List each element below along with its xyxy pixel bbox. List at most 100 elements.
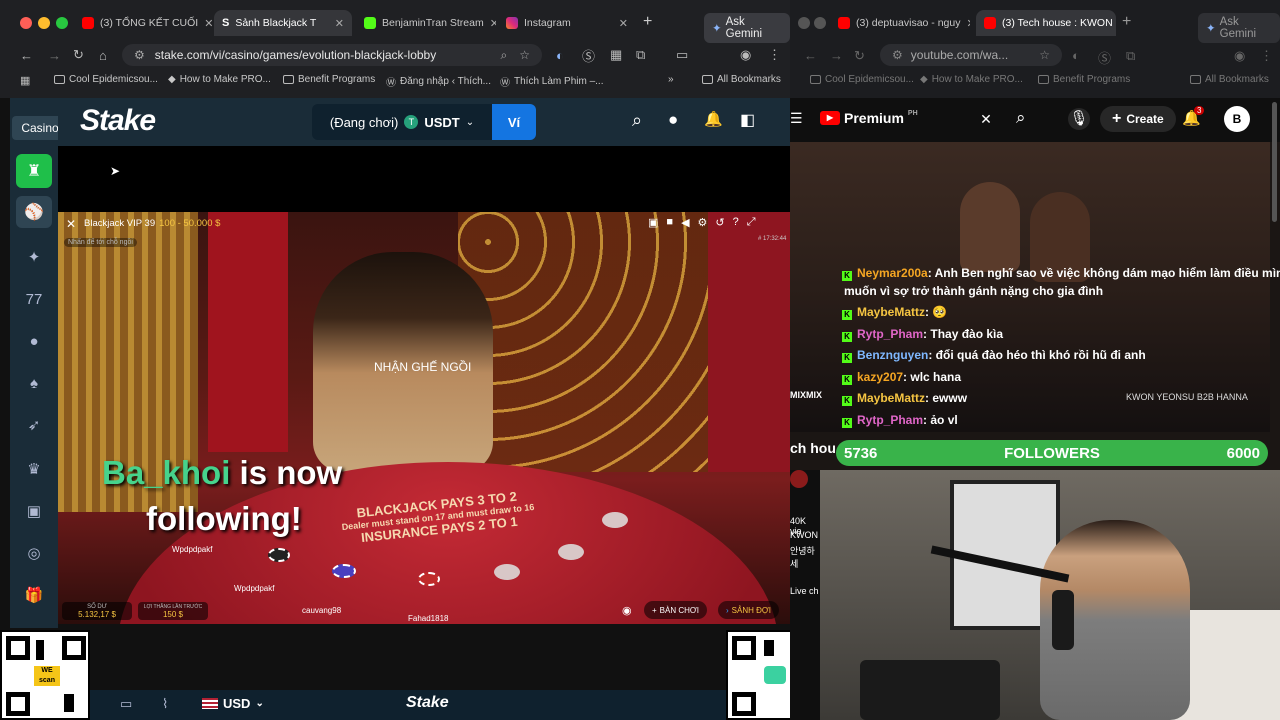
- crown-icon[interactable]: ♛: [24, 460, 44, 480]
- minimize-window-button[interactable]: [38, 17, 50, 29]
- profile-icon[interactable]: ◉: [740, 47, 751, 63]
- extension-icon[interactable]: ◐: [556, 48, 564, 63]
- tab-youtube-deptuavisao[interactable]: (3) deptuavisao - nguy✕: [830, 10, 970, 36]
- home-icon[interactable]: ⌂: [99, 48, 107, 63]
- tab-instagram[interactable]: Instagram ✕: [498, 10, 636, 36]
- ask-gemini-button[interactable]: ✦ Ask Gemini: [704, 13, 790, 43]
- site-info-icon[interactable]: ⚙: [134, 48, 145, 62]
- close-window-button[interactable]: [20, 17, 32, 29]
- avatar[interactable]: B: [1224, 106, 1250, 132]
- history-icon[interactable]: ↺: [715, 216, 724, 229]
- settings-gear-icon[interactable]: ⚙: [698, 216, 708, 229]
- seven-seven-icon[interactable]: 77: [24, 290, 44, 310]
- extensions-puzzle-icon[interactable]: ⧉: [1126, 48, 1135, 64]
- tab-youtube-tech-house[interactable]: (3) Tech house : KWON✕: [976, 10, 1116, 36]
- wallet-button[interactable]: Ví: [492, 104, 536, 140]
- tab-stake-blackjack[interactable]: S Sảnh Blackjack T ✕: [214, 10, 352, 36]
- extension-icon[interactable]: Ⓢ: [1098, 48, 1111, 67]
- fire-icon[interactable]: ●: [24, 332, 44, 352]
- close-icon[interactable]: ✕: [966, 17, 970, 30]
- scrollbar[interactable]: [1272, 102, 1277, 222]
- menu-kebab-icon[interactable]: ⋮: [768, 47, 781, 63]
- cards-icon[interactable]: ♠: [24, 374, 44, 394]
- address-bar[interactable]: ⚙ youtube.com/wa... ☆: [880, 44, 1062, 66]
- help-icon[interactable]: ?: [733, 216, 739, 229]
- close-game-icon[interactable]: ✕: [66, 217, 76, 231]
- bell-icon[interactable]: 🔔: [704, 110, 723, 128]
- browse-icon[interactable]: ▭: [120, 696, 132, 712]
- bookmark-3[interactable]: Benefit Programs: [1038, 74, 1130, 85]
- fullscreen-icon[interactable]: ⤢: [747, 216, 756, 229]
- tab-search-icon[interactable]: ▭: [676, 47, 688, 63]
- site-info-icon[interactable]: ⚙: [892, 48, 903, 62]
- close-icon[interactable]: ✕: [490, 17, 496, 30]
- back-icon[interactable]: ←: [804, 48, 817, 63]
- new-tab-button[interactable]: +: [1122, 13, 1131, 31]
- address-bar[interactable]: ⚙ stake.com/vi/casino/games/evolution-bl…: [122, 44, 542, 66]
- gift-icon[interactable]: 🎁: [24, 586, 44, 606]
- chart-icon[interactable]: ⌇: [162, 696, 168, 712]
- tab-youtube-tong-ket[interactable]: (3) TỔNG KẾT CUỐI ✕: [74, 10, 212, 36]
- bookmark-5[interactable]: Ⓦ Thích Làm Phim –...: [500, 74, 603, 89]
- menu-kebab-icon[interactable]: ⋮: [1260, 48, 1273, 64]
- blackjack-video[interactable]: BLACKJACK PAYS 3 TO 2 Dealer must stand …: [58, 212, 790, 624]
- sidebar-toggle-icon[interactable]: ◧: [740, 110, 755, 130]
- extension-icon[interactable]: ▦: [610, 47, 622, 63]
- more-tables-button[interactable]: + BÀN CHƠI: [644, 601, 707, 619]
- all-bookmarks[interactable]: All Bookmarks: [702, 74, 781, 85]
- apps-grid-icon[interactable]: ▦: [20, 74, 30, 87]
- eye-icon[interactable]: ◉: [622, 604, 632, 617]
- more-bookmarks-icon[interactable]: »: [668, 74, 674, 85]
- forward-icon[interactable]: →: [830, 48, 843, 63]
- back-icon[interactable]: ←: [20, 48, 33, 63]
- sports-button[interactable]: ⚾: [16, 196, 52, 228]
- close-icon[interactable]: ✕: [204, 17, 212, 30]
- stake-logo[interactable]: Stake: [80, 104, 156, 138]
- casino-button[interactable]: ♜: [16, 154, 52, 188]
- forward-icon[interactable]: →: [48, 48, 61, 63]
- close-icon[interactable]: ✕: [619, 17, 628, 30]
- search-icon[interactable]: ⌕: [632, 110, 642, 131]
- bookmark-star-icon[interactable]: ☆: [519, 48, 530, 62]
- tab-kick-stream[interactable]: BenjaminTran Stream ✕: [356, 10, 496, 36]
- sparkle-icon[interactable]: ✦: [24, 248, 44, 268]
- close-icon[interactable]: ✕: [335, 17, 344, 30]
- maximize-window-button[interactable]: [56, 17, 68, 29]
- currency-selector[interactable]: USD ⌄: [202, 696, 264, 711]
- volume-icon[interactable]: ◀: [681, 216, 689, 229]
- bookmark-4[interactable]: Ⓦ Đăng nhập ‹ Thích...: [386, 74, 491, 89]
- lifebuoy-icon[interactable]: ◎: [24, 544, 44, 564]
- bookmark-2[interactable]: ◆ How to Make PRO...: [168, 74, 271, 85]
- clear-search-icon[interactable]: ✕: [980, 111, 992, 127]
- extension-icon[interactable]: ◐: [1072, 48, 1080, 63]
- youtube-premium-logo[interactable]: ▶ Premium PH: [820, 110, 918, 126]
- new-tab-button[interactable]: +: [643, 13, 652, 31]
- bookmark-1[interactable]: Cool Epidemicsou...: [810, 74, 914, 85]
- bookmark-1[interactable]: Cool Epidemicsou...: [54, 74, 158, 85]
- user-icon[interactable]: ●: [668, 110, 678, 130]
- reload-icon[interactable]: ↻: [73, 47, 84, 63]
- all-bookmarks[interactable]: All Bookmarks: [1190, 74, 1269, 85]
- wallet-selector[interactable]: (Đang chơi) T USDT ⌄: [312, 104, 492, 140]
- search-icon[interactable]: ⌕: [1016, 108, 1026, 128]
- rocket-icon[interactable]: ➶: [24, 416, 44, 436]
- chat-icon[interactable]: ▣: [648, 216, 658, 229]
- microphone-icon[interactable]: 🎙: [1068, 108, 1090, 130]
- extensions-puzzle-icon[interactable]: ⧉: [636, 47, 645, 63]
- reload-icon[interactable]: ↻: [854, 48, 865, 64]
- bookmark-2[interactable]: ◆ How to Make PRO...: [920, 74, 1023, 85]
- gift-box-icon[interactable]: ▣: [24, 502, 44, 522]
- ask-gemini-button[interactable]: ✦ Ask Gemini: [1198, 13, 1280, 43]
- create-button[interactable]: + Create: [1100, 106, 1176, 132]
- take-seat-label[interactable]: NHẬN GHẾ NGỒI: [374, 360, 471, 374]
- hamburger-menu-icon[interactable]: ☰: [790, 110, 803, 127]
- search-box[interactable]: ✕: [974, 106, 998, 132]
- extension-icon[interactable]: Ⓢ: [582, 46, 595, 65]
- video-icon[interactable]: ■: [666, 216, 673, 229]
- profile-icon[interactable]: ◉: [1234, 48, 1245, 64]
- lobby-button[interactable]: › SẢNH ĐỢI: [718, 601, 779, 619]
- bookmark-3[interactable]: Benefit Programs: [283, 74, 375, 85]
- bookmark-star-icon[interactable]: ☆: [1039, 48, 1050, 62]
- channel-avatar[interactable]: [790, 470, 808, 488]
- zoom-icon[interactable]: ⌕: [501, 48, 508, 63]
